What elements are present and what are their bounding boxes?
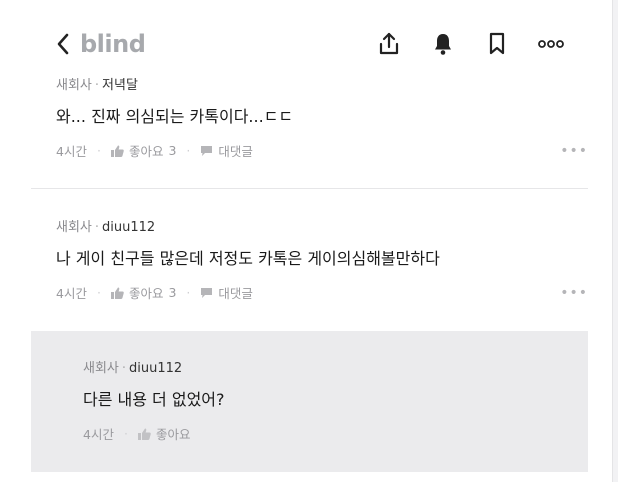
comment-meta: 새회사 · diuu112 xyxy=(56,220,156,235)
share-icon xyxy=(379,32,399,55)
reply-footer: 4시간 · 좋아요 xyxy=(83,424,191,443)
like-button[interactable]: 좋아요 3 xyxy=(110,283,177,302)
top-bar: blind xyxy=(56,24,564,64)
reply-label: 대댓글 xyxy=(218,286,253,301)
thumbs-up-icon xyxy=(110,287,124,299)
like-button[interactable]: 좋아요 3 xyxy=(110,141,177,160)
reply-item: 새회사 · diuu112 다른 내용 더 없었어? 4시간 · 좋아요 xyxy=(83,357,563,443)
comment-item: 새회사 · diuu112 나 게이 친구들 많은데 저정도 카톡은 게이의심해볼만… xyxy=(56,216,588,302)
notification-button[interactable] xyxy=(430,31,456,57)
comment-text: 와... 진짜 의심되는 카톡이다...ㄷㄷ xyxy=(56,107,294,126)
company-name[interactable]: 새회사 xyxy=(56,220,92,235)
bookmark-icon xyxy=(489,32,505,55)
comment-text: 나 게이 친구들 많은데 저정도 카톡은 게이의심해볼만하다 xyxy=(56,249,440,268)
speech-bubble-icon xyxy=(201,145,213,156)
reply-thread: 새회사 · diuu112 다른 내용 더 없었어? 4시간 · 좋아요 xyxy=(31,331,588,472)
comment-more-icon[interactable]: ••• xyxy=(560,143,588,159)
reply-time: 4시간 xyxy=(83,427,114,442)
reply-label: 대댓글 xyxy=(218,144,253,159)
reply-button[interactable]: 대댓글 xyxy=(200,141,253,160)
more-icon xyxy=(538,40,564,48)
reply-button[interactable]: 대댓글 xyxy=(200,283,253,302)
bookmark-button[interactable] xyxy=(484,31,510,57)
speech-bubble-icon xyxy=(201,287,213,298)
comment-time: 4시간 xyxy=(56,286,87,301)
back-button[interactable]: blind xyxy=(56,30,146,58)
like-count: 3 xyxy=(168,143,177,158)
app-logo: blind xyxy=(80,30,146,58)
comment-item: 새회사 · 저녁달 와... 진짜 의심되는 카톡이다...ㄷㄷ 4시간 · 좋아요… xyxy=(56,74,588,160)
like-label: 좋아요 xyxy=(128,286,164,301)
thumbs-up-icon xyxy=(137,428,151,440)
like-count: 3 xyxy=(168,285,177,300)
divider xyxy=(31,188,588,189)
thumbs-up-icon xyxy=(110,145,124,157)
like-label: 좋아요 xyxy=(155,427,191,442)
window-edge xyxy=(612,0,618,482)
like-label: 좋아요 xyxy=(128,144,164,159)
comment-footer: 4시간 · 좋아요 3 · 대댓글 ••• xyxy=(56,283,588,302)
company-name[interactable]: 새회사 xyxy=(56,78,92,93)
comment-time: 4시간 xyxy=(56,144,87,159)
author-name[interactable]: 저녁달 xyxy=(102,78,138,93)
author-name[interactable]: diuu112 xyxy=(102,220,155,235)
reply-text: 다른 내용 더 없었어? xyxy=(83,390,225,409)
company-name[interactable]: 새회사 xyxy=(83,361,119,376)
bell-icon xyxy=(435,34,451,55)
back-chevron-icon xyxy=(57,33,69,55)
author-name[interactable]: diuu112 xyxy=(129,361,182,376)
more-button[interactable] xyxy=(538,31,564,57)
like-button[interactable]: 좋아요 xyxy=(137,424,191,443)
comment-meta: 새회사 · 저녁달 xyxy=(56,78,138,93)
comment-more-icon[interactable]: ••• xyxy=(560,285,588,301)
comment-footer: 4시간 · 좋아요 3 · 대댓글 ••• xyxy=(56,141,588,160)
share-button[interactable] xyxy=(376,31,402,57)
reply-meta: 새회사 · diuu112 xyxy=(83,361,183,376)
